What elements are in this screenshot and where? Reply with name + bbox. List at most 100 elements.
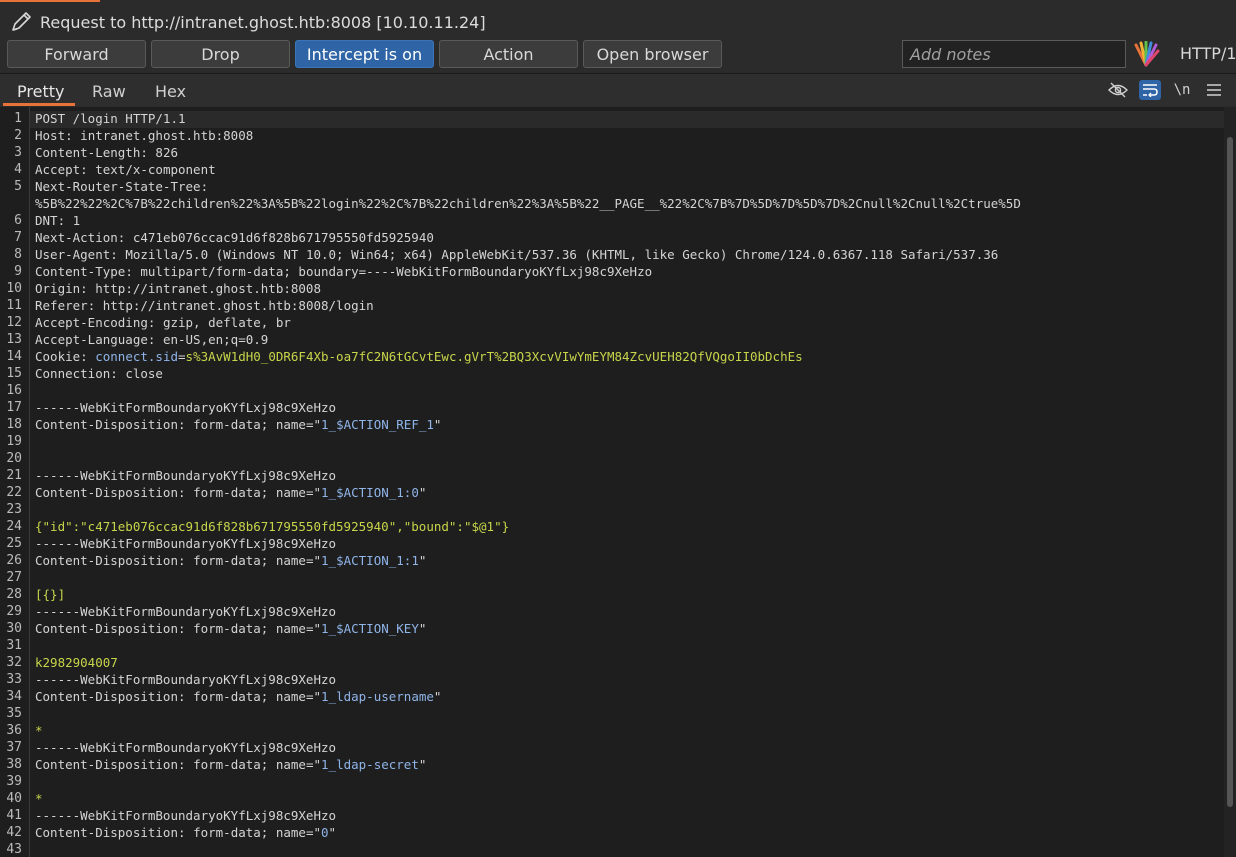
header-name: Referer [35,298,88,313]
vertical-scrollbar[interactable] [1224,107,1236,857]
line-number: 38 [6,757,22,772]
line-number: 11 [6,298,22,313]
header-line: Content-Length: 826 [35,145,178,160]
header-value-wrapped: %5B%22%22%2C%7B%22children%22%3A%5B%22lo… [35,196,1021,211]
line-number: 10 [6,281,22,296]
header-value: Mozilla/5.0 (Windows NT 10.0; Win64; x64… [125,247,999,262]
open-browser-button[interactable]: Open browser [583,40,722,68]
header-value: 826 [155,145,178,160]
header-name: Origin [35,281,81,296]
intercept-toggle-button[interactable]: Intercept is on [295,40,434,68]
line-number: 16 [6,383,22,398]
line-number: 6 [14,213,22,228]
top-accent-bar [0,0,100,2]
cookie-key: connect.sid [95,349,179,364]
part-name: 1_ldap-secret [321,757,419,772]
line-number: 5 [14,179,22,194]
cookie-line: Cookie: connect.sid=s%3AvW1dH0_0DR6F4Xb-… [35,349,803,364]
header-value: intranet.ghost.htb:8008 [80,128,254,143]
header-line: Next-Router-State-Tree: [35,179,209,194]
notes-input[interactable]: Add notes [902,40,1126,68]
newline-toggle-icon[interactable]: \n [1171,80,1193,100]
header-name: User-Agent [35,247,111,262]
boundary-line: ------WebKitFormBoundaryoKYfLxj98c9XeHzo [35,808,337,823]
header-line: DNT: 1 [35,213,81,228]
boundary-line: ------WebKitFormBoundaryoKYfLxj98c9XeHzo [35,400,337,415]
protocol-label[interactable]: HTTP/1 [1180,44,1236,63]
part-value: * [35,723,43,738]
line-number: 25 [6,536,22,551]
header-name: Next-Action [35,230,118,245]
header-line: Next-Action: c471eb076ccac91d6f828b67179… [35,230,434,245]
request-line: POST /login HTTP/1.1 [35,111,186,126]
disposition-line: Content-Disposition: form-data; name="1_… [35,757,427,772]
line-number: 21 [6,468,22,483]
part-value: [{}] [35,587,66,602]
line-number: 19 [6,434,22,449]
tab-hex[interactable]: Hex [155,82,186,101]
view-tabs: Pretty Raw Hex \n [0,74,1236,106]
word-wrap-icon[interactable] [1139,80,1161,100]
part-name: 1_$ACTION_1:1 [321,553,419,568]
header-name: Next-Router-State-Tree [35,179,201,194]
line-number: 1 [14,111,22,126]
header-value: 1 [72,213,81,228]
line-number: 35 [6,706,22,721]
part-value: * [35,791,43,806]
line-number: 37 [6,740,22,755]
line-number: 43 [6,842,22,857]
line-number: 3 [14,145,22,160]
line-number: 20 [6,451,22,466]
request-editor[interactable]: 1 2 3 4 5 6 7 8 9 10 11 12 13 14 15 16 1… [0,107,1236,857]
title-bar: Request to http://intranet.ghost.htb:800… [0,8,1236,36]
line-number: 2 [14,128,22,143]
eye-slash-icon[interactable] [1107,80,1129,100]
header-name: Content-Length [35,145,141,160]
header-name: Connection [35,366,111,381]
header-value: http://intranet.ghost.htb:8008 [95,281,321,296]
header-name: DNT [35,213,58,228]
line-number: 13 [6,332,22,347]
disposition-line: Content-Disposition: form-data; name="1_… [35,689,442,704]
line-number: 8 [14,247,22,262]
line-number: 22 [6,485,22,500]
forward-button[interactable]: Forward [7,40,146,68]
disposition-line: Content-Disposition: form-data; name="1_… [35,417,442,432]
disposition-line: Content-Disposition: form-data; name="0" [35,825,337,840]
header-line: Content-Type: multipart/form-data; bound… [35,264,653,279]
tab-raw[interactable]: Raw [92,82,126,101]
line-number: 28 [6,587,22,602]
part-name: 1_$ACTION_KEY [321,621,419,636]
header-line: Host: intranet.ghost.htb:8008 [35,128,254,143]
line-number: 26 [6,553,22,568]
action-button[interactable]: Action [439,40,578,68]
disposition-line: Content-Disposition: form-data; name="1_… [35,485,427,500]
scrollbar-thumb[interactable] [1227,137,1233,807]
line-number: 31 [6,638,22,653]
active-tab-indicator [3,103,75,106]
part-name: 1_ldap-username [321,689,434,704]
line-number: 15 [6,366,22,381]
line-number: 7 [14,230,22,245]
line-number: 27 [6,570,22,585]
header-name: Accept-Language [35,332,148,347]
disposition-line: Content-Disposition: form-data; name="1_… [35,621,427,636]
drop-button[interactable]: Drop [151,40,290,68]
header-name: Content-Type [35,264,126,279]
line-number: 42 [6,825,22,840]
boundary-line: ------WebKitFormBoundaryoKYfLxj98c9XeHzo [35,468,337,483]
part-name: 0 [321,825,329,840]
header-line: Accept-Language: en-US,en;q=0.9 [35,332,269,347]
line-number: 39 [6,774,22,789]
tab-pretty[interactable]: Pretty [17,82,64,101]
boundary-line: ------WebKitFormBoundaryoKYfLxj98c9XeHzo [35,740,337,755]
line-number: 40 [6,791,22,806]
part-value: {"id":"c471eb076ccac91d6f828b671795550fd… [35,519,510,534]
boundary-line: ------WebKitFormBoundaryoKYfLxj98c9XeHzo [35,536,337,551]
hamburger-menu-icon[interactable] [1203,80,1225,100]
intercept-toolbar: Forward Drop Intercept is on Action Open… [0,40,1236,68]
window-title: Request to http://intranet.ghost.htb:800… [40,12,486,32]
header-name: Accept-Encoding [35,315,148,330]
line-number: 12 [6,315,22,330]
header-value: http://intranet.ghost.htb:8008/login [102,298,374,313]
